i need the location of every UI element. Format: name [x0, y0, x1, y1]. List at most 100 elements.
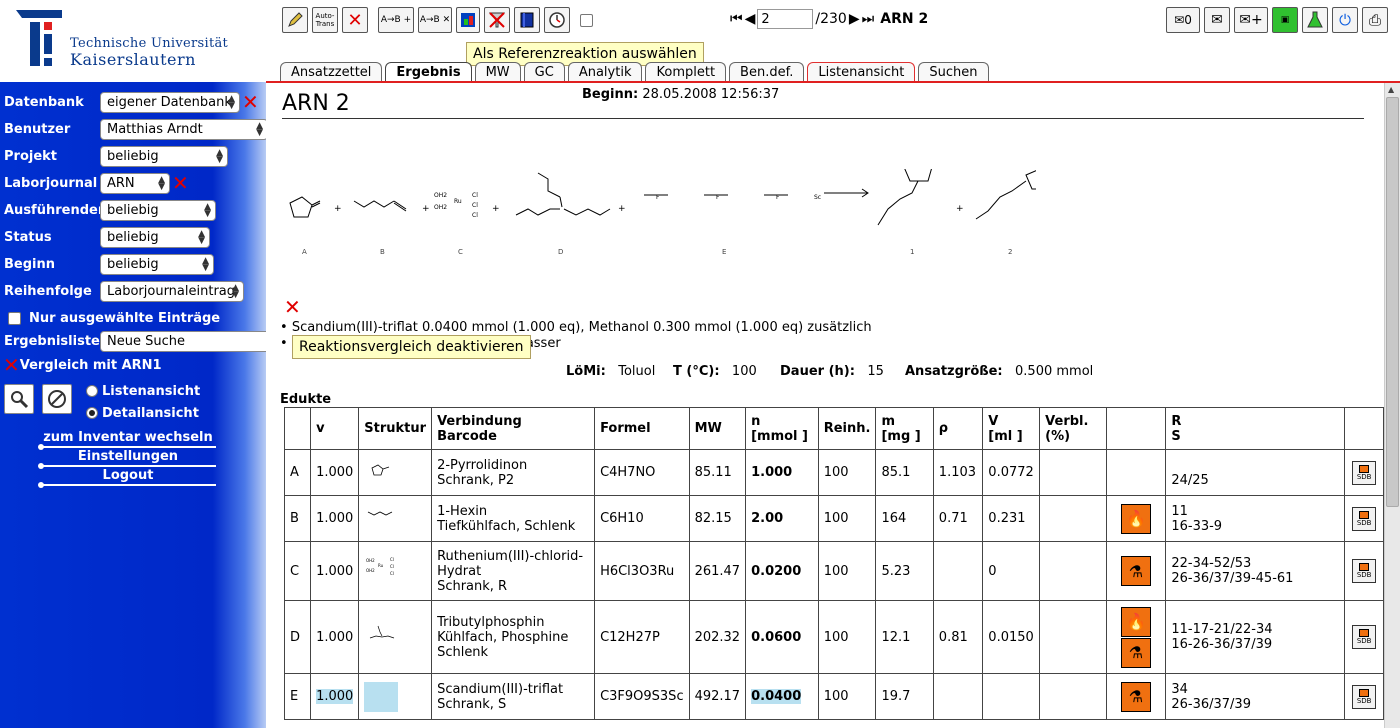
tab-gc[interactable]: GC [523, 62, 565, 81]
view-list-radio[interactable] [86, 385, 98, 397]
row-v[interactable]: 1.000 [310, 495, 360, 542]
structure-thumbnail[interactable] [358, 449, 433, 496]
sdb-label: SDB [1356, 472, 1372, 481]
sdb-label: SDB [1356, 696, 1372, 705]
tab-mw[interactable]: MW [474, 62, 521, 81]
loemi-value: Toluol [618, 364, 656, 379]
row-n[interactable]: 2.00 [745, 495, 819, 542]
tab-analytik[interactable]: Analytik [567, 62, 643, 81]
toolbar-checkbox[interactable] [580, 14, 593, 27]
row-hazard: ⚗ [1105, 541, 1167, 601]
deactivate-compare-button[interactable] [484, 7, 510, 33]
clear-datenbank-icon[interactable]: ✕ [242, 92, 259, 112]
last-record-icon[interactable]: ⏭ [862, 11, 875, 27]
sdb-label: SDB [1356, 637, 1372, 645]
status-select[interactable]: beliebig ▲ ▼ [100, 226, 210, 248]
only-selected-checkbox[interactable] [8, 311, 21, 325]
row-v-highlight: 1.000 [316, 689, 354, 704]
scrollbar-thumb[interactable] [1386, 97, 1399, 507]
row-n[interactable]: 0.0600 [745, 600, 819, 674]
safety-datasheet-icon[interactable]: SDB [1352, 625, 1377, 649]
record-title: ARN 2 [880, 11, 929, 27]
prev-record-icon[interactable]: ◀ [745, 11, 756, 27]
tab-ansatzzettel[interactable]: Ansatzzettel [280, 62, 383, 81]
set-reference-button[interactable] [456, 7, 480, 33]
benutzer-select[interactable]: Matthias Arndt ▲ ▼ [100, 118, 268, 140]
safety-datasheet-icon[interactable]: SDB [1352, 506, 1377, 531]
structure-thumbnail[interactable]: OH2 OH2 Ru Cl Cl Cl [358, 541, 433, 601]
scroll-up-icon[interactable]: ▲ [1388, 85, 1394, 94]
row-compound: Scandium(III)-triflat Schrank, S [431, 673, 596, 720]
delete-button[interactable]: ✕ [342, 7, 368, 33]
tab-suchen[interactable]: Suchen [918, 62, 989, 81]
mail-button[interactable]: ✉ [1204, 7, 1230, 33]
reset-button[interactable] [42, 384, 72, 414]
auto-trans-button[interactable]: Auto-Trans [312, 7, 338, 33]
link-inventar[interactable]: zum Inventar wechseln [38, 431, 216, 450]
row-v[interactable]: 1.000 [310, 600, 360, 674]
chemistry-button[interactable] [1302, 7, 1328, 33]
row-v[interactable]: 1.000 [310, 449, 360, 496]
remove-compare-icon[interactable]: ✕ [3, 355, 20, 375]
compound-name: Ruthenium(III)-chlorid- [437, 548, 584, 564]
power-button[interactable]: ⏻ [1332, 7, 1358, 33]
row-n[interactable]: 1.000 [745, 449, 819, 496]
next-record-icon[interactable]: ▶ [849, 11, 860, 27]
link-logout[interactable]: Logout [38, 469, 216, 488]
projekt-select[interactable]: beliebig ▲ ▼ [100, 145, 228, 167]
add-reaction-button[interactable]: A→B + [378, 7, 414, 33]
first-record-icon[interactable]: ⏮ [730, 11, 743, 27]
datenbank-select[interactable]: eigener Datenbank ▲ ▼ [100, 91, 240, 113]
tab-ergebnis[interactable]: Ergebnis [385, 62, 472, 82]
remove-reaction-button[interactable]: A→B ✕ [418, 7, 452, 33]
tab-komplett[interactable]: Komplett [645, 62, 727, 81]
ergebnisliste-select[interactable]: Neue Suche [100, 330, 272, 352]
row-n[interactable]: 0.0200 [745, 541, 819, 601]
university-logo[interactable]: Technische Universität Kaiserslautern [0, 0, 266, 82]
safety-datasheet-icon[interactable]: SDB [1352, 460, 1377, 485]
reihenfolge-select[interactable]: Laborjournaleintrag ▲ ▼ [100, 280, 244, 302]
chevron-updown-icon: ▲ ▼ [232, 282, 239, 300]
page-input[interactable]: 2 [757, 9, 814, 29]
row-n[interactable]: 0.0400 [745, 673, 819, 720]
col-verbrauch: Verbl. (%) [1039, 407, 1107, 450]
col-verbrauch-l1: Verbl. [1045, 413, 1089, 429]
row-reinheit: 100 [817, 449, 877, 496]
timer-button[interactable] [544, 7, 570, 33]
inbox-button[interactable]: ✉ 0 [1166, 7, 1200, 33]
tab-listenansicht[interactable]: Listenansicht [807, 62, 916, 81]
ausfuehrender-select[interactable]: beliebig ▲ ▼ [100, 199, 216, 221]
remove-additive-icon[interactable]: ✕ [284, 297, 301, 317]
search-button[interactable] [4, 384, 34, 414]
new-mail-button[interactable]: ✉+ [1234, 7, 1268, 33]
compound-name: Scandium(III)-triflat [437, 681, 564, 697]
row-id: C [283, 541, 312, 601]
link-einstellungen[interactable]: Einstellungen [38, 450, 216, 469]
compound-location: Schrank, R [437, 578, 508, 594]
structure-thumbnail[interactable] [358, 495, 433, 542]
svg-text:Cl: Cl [472, 212, 478, 219]
edit-button[interactable] [282, 7, 308, 33]
r-phrases: 22-34-52/53 [1171, 556, 1252, 571]
row-reinheit: 100 [817, 673, 877, 720]
clear-laborjournal-icon[interactable]: ✕ [172, 173, 189, 193]
view-detail-radio[interactable] [86, 407, 98, 419]
only-selected-label: Nur ausgewählte Einträge [29, 310, 221, 326]
row-sdb: SDB [1344, 541, 1384, 601]
vertical-scrollbar[interactable]: ▲ [1384, 83, 1400, 728]
row-v[interactable]: 1.000 [310, 673, 360, 720]
laborjournal-select[interactable]: ARN ▲ ▼ [100, 172, 170, 194]
safety-datasheet-icon[interactable]: SDB [1352, 684, 1377, 709]
row-reinheit: 100 [817, 495, 877, 542]
safety-datasheet-icon[interactable]: SDB [1352, 559, 1377, 583]
export-button[interactable]: ▣ [1272, 7, 1298, 33]
structure-thumbnail[interactable] [358, 600, 433, 674]
structure-thumbnail[interactable] [358, 673, 433, 720]
print-button[interactable]: ⎙ [1362, 7, 1388, 33]
row-v[interactable]: 1.000 [310, 541, 360, 601]
book-button[interactable] [514, 7, 540, 33]
sidebar: Technische Universität Kaiserslautern Da… [0, 0, 272, 728]
beginn-select[interactable]: beliebig ▲ ▼ [100, 253, 214, 275]
structure-image-icon [364, 681, 399, 712]
tab-bendef[interactable]: Ben.def. [729, 62, 805, 81]
